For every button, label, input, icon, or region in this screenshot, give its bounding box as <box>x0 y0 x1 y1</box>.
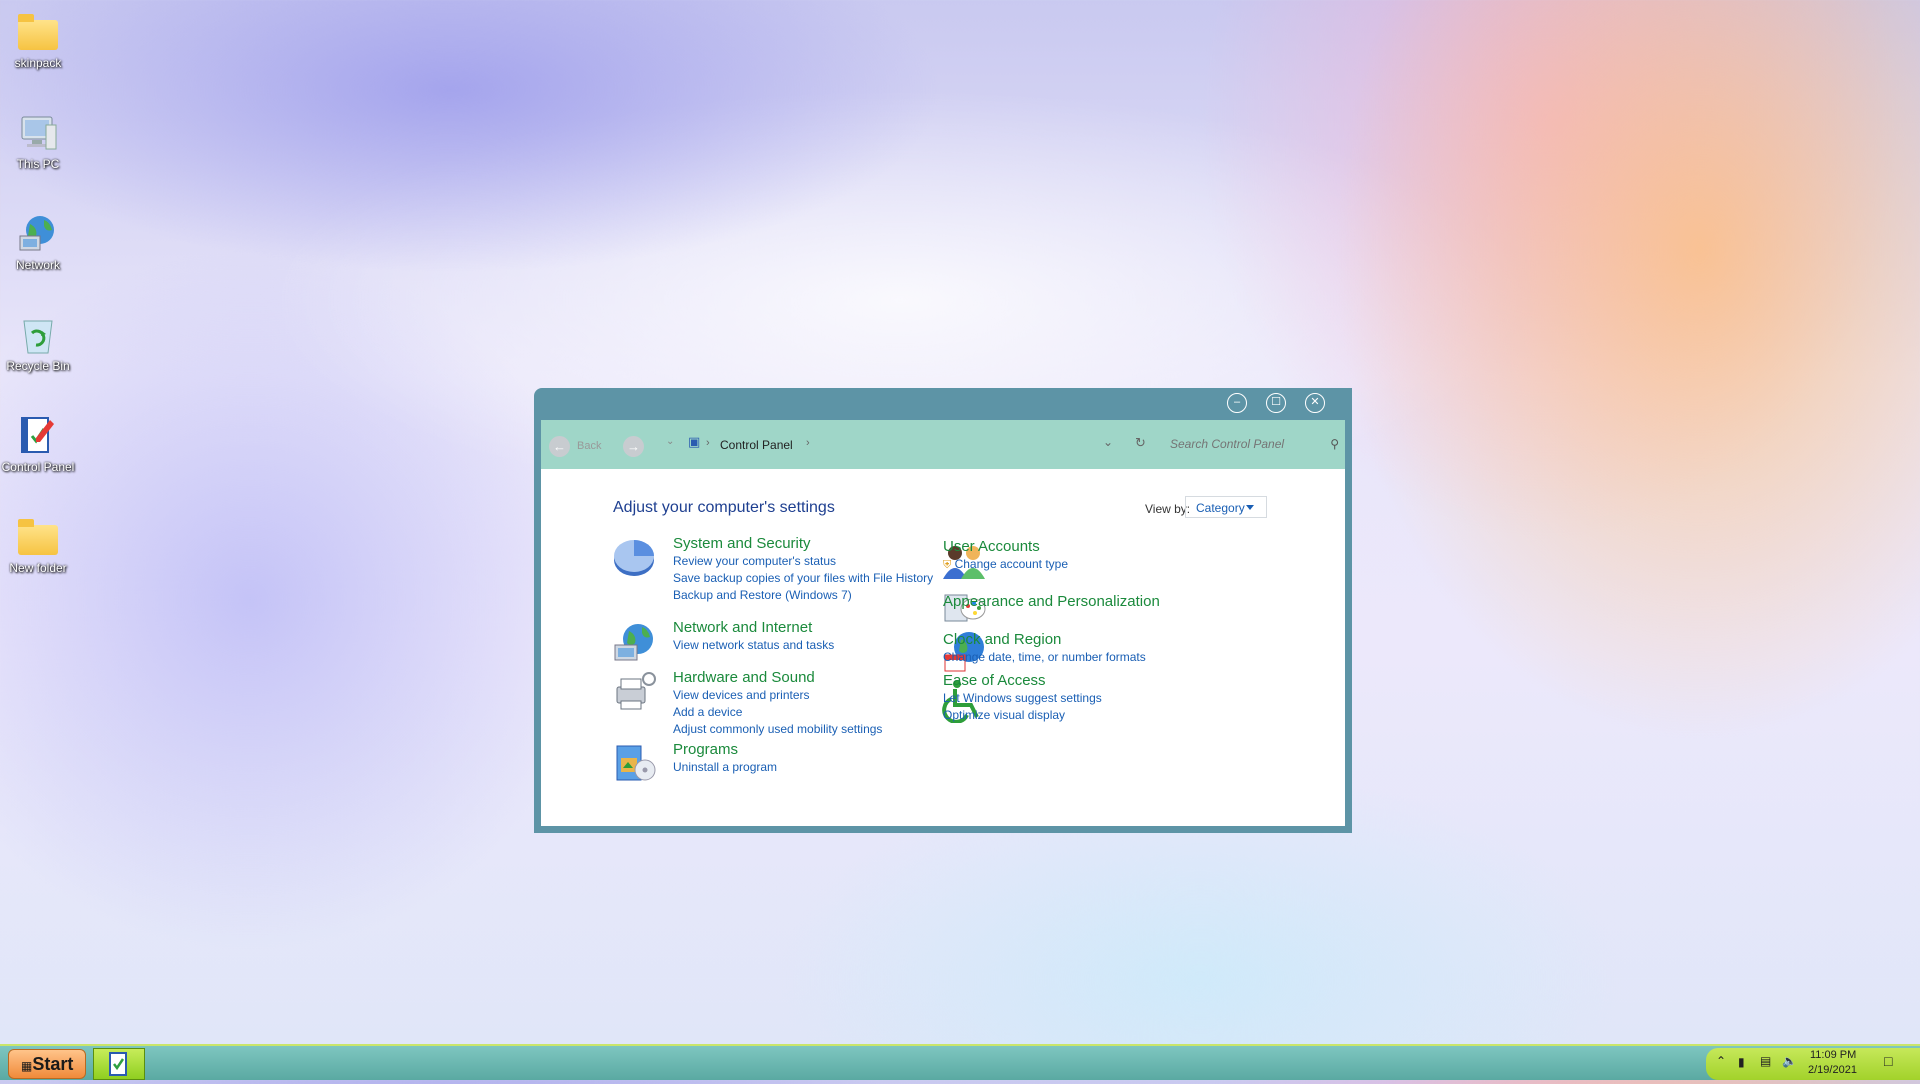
category-title[interactable]: System and Security <box>673 535 933 553</box>
category-title[interactable]: User Accounts <box>943 538 1068 556</box>
start-label: Start <box>32 1054 74 1074</box>
breadcrumb-separator-icon: › <box>706 437 710 449</box>
title-bar[interactable]: – ☐ ✕ <box>534 388 1352 420</box>
volume-icon[interactable]: 🔈 <box>1782 1054 1797 1068</box>
category-title[interactable]: Hardware and Sound <box>673 669 882 687</box>
category-link[interactable]: Uninstall a program <box>673 759 777 776</box>
category-title[interactable]: Clock and Region <box>943 631 1146 649</box>
address-dropdown-icon[interactable]: ⌄ <box>1103 435 1113 449</box>
minimize-button[interactable]: – <box>1227 393 1247 413</box>
back-button[interactable]: ← <box>549 436 570 457</box>
category-title[interactable]: Network and Internet <box>673 619 834 637</box>
taskbar-control-panel-button[interactable] <box>93 1048 145 1080</box>
view-by-dropdown[interactable]: Category <box>1185 496 1267 518</box>
search-input[interactable] <box>1170 434 1320 451</box>
category-link[interactable]: Adjust commonly used mobility settings <box>673 721 882 738</box>
refresh-icon[interactable]: ↻ <box>1135 435 1146 451</box>
clock-time[interactable]: 11:09 PM <box>1810 1049 1856 1061</box>
close-button[interactable]: ✕ <box>1305 393 1325 413</box>
category-system-security: System and Security Review your computer… <box>673 535 933 604</box>
category-title[interactable]: Appearance and Personalization <box>943 593 1160 611</box>
category-link[interactable]: Save backup copies of your files with Fi… <box>673 570 933 587</box>
recent-locations-icon[interactable]: ⌄ <box>666 436 674 447</box>
category-programs: Programs Uninstall a program <box>673 741 777 776</box>
hardware-sound-icon[interactable] <box>611 669 657 715</box>
category-link-text: Change account type <box>954 557 1069 571</box>
network-internet-icon[interactable] <box>611 621 657 667</box>
control-panel-icon <box>109 1052 127 1076</box>
category-link[interactable]: Backup and Restore (Windows 7) <box>673 587 933 604</box>
view-by-value: Category <box>1196 501 1245 515</box>
folder-icon <box>16 515 60 559</box>
search-box[interactable]: ⚲ <box>1170 434 1345 456</box>
breadcrumb-chevron-icon[interactable]: › <box>806 437 810 449</box>
start-button[interactable]: ▦Start <box>8 1049 86 1079</box>
forward-button[interactable]: → <box>623 436 644 457</box>
category-link[interactable]: View network status and tasks <box>673 637 834 654</box>
battery-icon[interactable]: ▮ <box>1738 1055 1745 1069</box>
category-title[interactable]: Ease of Access <box>943 672 1102 690</box>
category-link[interactable]: Optimize visual display <box>943 707 1102 724</box>
network-globe-icon <box>16 212 60 256</box>
back-label: Back <box>577 440 602 452</box>
desktop-icon-network[interactable]: Network <box>0 202 76 272</box>
breadcrumb[interactable]: Control Panel <box>720 438 793 452</box>
category-link[interactable]: Change date, time, or number formats <box>943 649 1146 666</box>
system-security-icon[interactable] <box>611 536 657 582</box>
view-by-label: View by: <box>1145 502 1191 516</box>
taskbar: ▦Start ⌃ ▮ ▤ 🔈 11:09 PM 2/19/2021 □ <box>0 1044 1920 1080</box>
category-clock-region: Clock and Region Change date, time, or n… <box>943 631 1146 666</box>
control-panel-small-icon: ▣ <box>688 434 701 449</box>
desktop-icon-recycle-bin[interactable]: Recycle Bin <box>0 303 76 373</box>
desktop-icon-this-pc[interactable]: This PC <box>0 101 76 171</box>
navigation-bar: ← Back → ⌄ ▣ › Control Panel › ⌄ ↻ ⚲ <box>541 420 1345 469</box>
control-panel-window: – ☐ ✕ ← Back → ⌄ ▣ › Control Panel › ⌄ ↻… <box>534 388 1352 833</box>
network-status-icon[interactable]: ▤ <box>1760 1054 1771 1068</box>
search-icon[interactable]: ⚲ <box>1330 437 1339 451</box>
category-link[interactable]: Review your computer's status <box>673 553 933 570</box>
control-panel-icon <box>16 414 60 458</box>
desktop-icon-new-folder[interactable]: New folder <box>0 505 76 575</box>
category-user-accounts: User Accounts ⛨ Change account type <box>943 538 1068 574</box>
programs-icon[interactable] <box>611 740 657 786</box>
desktop-icon-label: skinpack <box>14 56 62 70</box>
page-title: Adjust your computer's settings <box>613 499 835 516</box>
recycle-bin-icon <box>16 313 60 357</box>
content-area: Adjust your computer's settings View by:… <box>541 469 1345 826</box>
chevron-down-icon <box>1246 505 1254 510</box>
desktop-icon-control-panel[interactable]: Control Panel <box>0 404 76 474</box>
category-title[interactable]: Programs <box>673 741 777 759</box>
show-hidden-icons-icon[interactable]: ⌃ <box>1716 1054 1726 1068</box>
clock-date[interactable]: 2/19/2021 <box>1808 1064 1857 1076</box>
category-network-internet: Network and Internet View network status… <box>673 619 834 654</box>
category-hardware-sound: Hardware and Sound View devices and prin… <box>673 669 882 738</box>
desktop-icon-label: Control Panel <box>1 460 75 474</box>
desktop-icon-label: New folder <box>9 561 67 575</box>
desktop-icon-label: Recycle Bin <box>6 359 70 373</box>
category-link[interactable]: View devices and printers <box>673 687 882 704</box>
folder-icon <box>16 10 60 54</box>
notifications-icon[interactable]: □ <box>1884 1053 1892 1069</box>
desktop-icon-skinpack[interactable]: skinpack <box>0 0 76 70</box>
system-tray: ⌃ ▮ ▤ 🔈 11:09 PM 2/19/2021 □ <box>1706 1048 1920 1080</box>
category-appearance: Appearance and Personalization <box>943 593 1160 611</box>
maximize-button[interactable]: ☐ <box>1266 393 1286 413</box>
shield-icon: ⛨ <box>943 559 952 571</box>
desktop-icon-label: This PC <box>16 157 60 171</box>
category-ease-of-access: Ease of Access Let Windows suggest setti… <box>943 672 1102 724</box>
window-frame: ← Back → ⌄ ▣ › Control Panel › ⌄ ↻ ⚲ Adj… <box>534 420 1352 833</box>
category-link[interactable]: Add a device <box>673 704 882 721</box>
category-link[interactable]: Let Windows suggest settings <box>943 690 1102 707</box>
windows-logo-icon: ▦ <box>21 1059 33 1073</box>
computer-icon <box>16 111 60 155</box>
category-link[interactable]: ⛨ Change account type <box>943 556 1068 574</box>
desktop-icon-label: Network <box>15 258 60 272</box>
